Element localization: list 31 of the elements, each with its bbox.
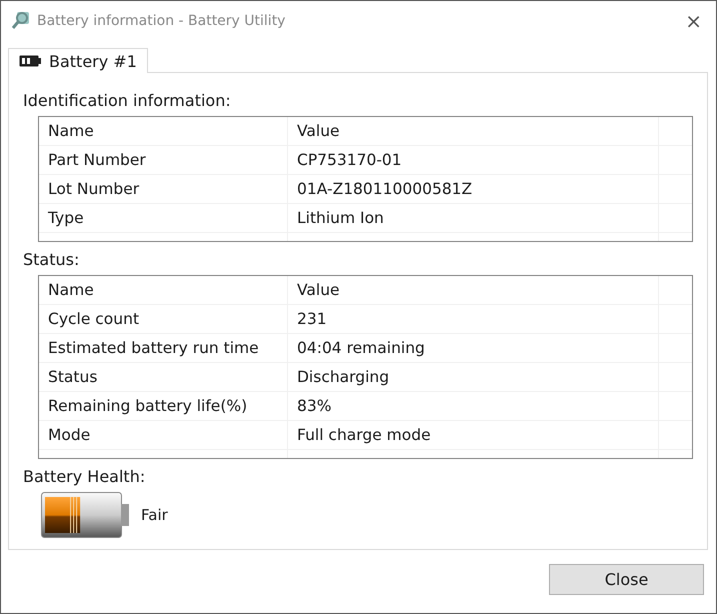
tab[interactable]: Battery #1	[8, 48, 148, 73]
table-cell: Lithium Ion	[288, 204, 659, 233]
battery-icon	[19, 55, 41, 67]
column-header: Value	[288, 276, 659, 305]
section-title: Identification information:	[23, 91, 232, 110]
table-cell: CP753170-01	[288, 146, 659, 175]
section-title: Status:	[23, 250, 80, 269]
table-cell: 01A-Z180110000581Z	[288, 175, 659, 204]
table-cell: Remaining battery life(%)	[39, 392, 288, 421]
close-button[interactable]: ×	[679, 9, 708, 33]
table-cell: Discharging	[288, 363, 659, 392]
section-title: Battery Health:	[23, 467, 146, 486]
magnifier-icon	[11, 11, 31, 31]
table-cell: Full charge mode	[288, 421, 659, 450]
column-header: Name	[39, 276, 288, 305]
table-cell: Cycle count	[39, 305, 288, 334]
table-cell: Mode	[39, 421, 288, 450]
table-cell: 04:04 remaining	[288, 334, 659, 363]
battery-icon	[41, 492, 129, 538]
column-header: Value	[288, 117, 659, 146]
table-cell: Type	[39, 204, 288, 233]
table-cell: Lot Number	[39, 175, 288, 204]
table-cell: Part Number	[39, 146, 288, 175]
health-status: Fair	[141, 506, 168, 524]
column-header: Name	[39, 117, 288, 146]
table-cell: 231	[288, 305, 659, 334]
close-button[interactable]: Close	[549, 564, 704, 595]
table-cell: 83%	[288, 392, 659, 421]
table-cell: Status	[39, 363, 288, 392]
table-cell: Estimated battery run time	[39, 334, 288, 363]
window-title: Battery information - Battery Utility	[37, 13, 286, 29]
